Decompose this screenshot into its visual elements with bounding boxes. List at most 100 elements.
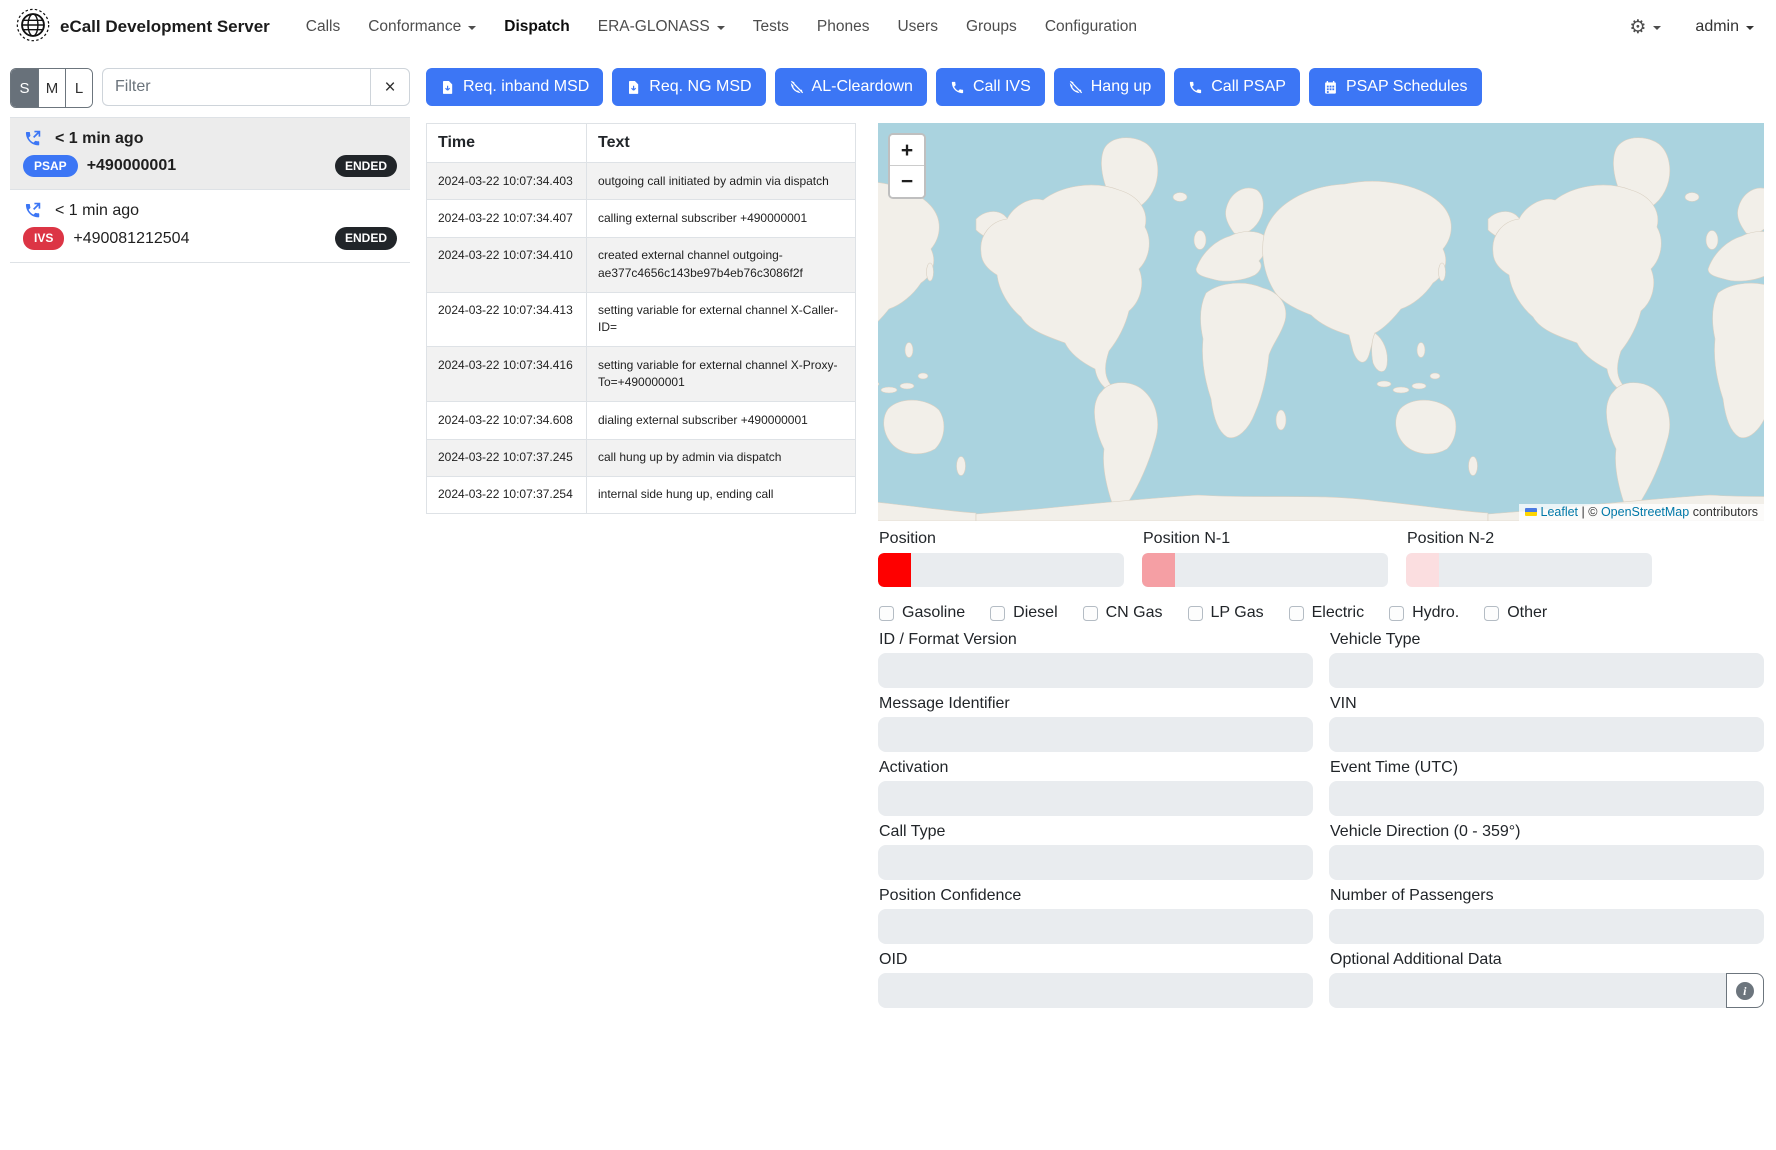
user-menu[interactable]: admin [1695, 18, 1754, 36]
log-time-cell: 2024-03-22 10:07:34.403 [427, 163, 587, 200]
checkbox-label: CN Gas [1106, 604, 1163, 622]
sidebar-controls: SML × [10, 68, 410, 108]
size-button-s[interactable]: S [11, 69, 38, 107]
call-item-detail: PSAP+490000001ENDED [23, 155, 397, 177]
log-text-cell: dialing external subscriber +490000001 [587, 402, 856, 439]
oid-input[interactable] [878, 973, 1313, 1008]
openstreetmap-link[interactable]: OpenStreetMap [1601, 505, 1689, 519]
nav-item-calls[interactable]: Calls [306, 18, 340, 36]
app-logo-icon [16, 8, 50, 47]
vin-input[interactable] [1329, 717, 1764, 752]
call-status-badge: ENDED [335, 155, 397, 177]
log-row: 2024-03-22 10:07:34.407calling external … [427, 200, 856, 237]
log-time-cell: 2024-03-22 10:07:34.608 [427, 402, 587, 439]
map[interactable]: + − Leaflet | © OpenStreetMap contributo… [878, 123, 1764, 521]
position-confidence-input[interactable] [878, 909, 1313, 944]
log-time-cell: 2024-03-22 10:07:37.245 [427, 439, 587, 476]
position-fields: PositionPosition N-1Position N-2 [878, 530, 1764, 587]
content-row: TimeText 2024-03-22 10:07:34.403outgoing… [426, 123, 1764, 1008]
chevron-down-icon [468, 26, 476, 30]
checkbox-label: LP Gas [1211, 604, 1264, 622]
zoom-in-button[interactable]: + [890, 135, 924, 166]
form-field-position-confidence: Position Confidence [878, 880, 1313, 944]
fuel-checkbox-electric[interactable]: Electric [1289, 604, 1364, 622]
info-button[interactable]: i [1726, 973, 1764, 1008]
call-side-badge: PSAP [23, 155, 78, 177]
nav-item-dispatch[interactable]: Dispatch [504, 18, 569, 36]
calendar-icon [1323, 80, 1338, 95]
leaflet-link[interactable]: Leaflet [1541, 505, 1579, 519]
nav-item-users[interactable]: Users [897, 18, 937, 36]
form-field-message-identifier: Message Identifier [878, 688, 1313, 752]
filter-input[interactable] [102, 68, 370, 106]
checkbox-icon[interactable] [1389, 606, 1404, 621]
position-input[interactable] [1142, 553, 1388, 587]
attribution-separator: | [1582, 505, 1585, 519]
checkbox-icon[interactable] [879, 606, 894, 621]
call-ivs-button[interactable]: Call IVS [936, 68, 1045, 106]
nav-item-conformance[interactable]: Conformance [368, 18, 476, 36]
checkbox-icon[interactable] [1484, 606, 1499, 621]
nav-item-groups[interactable]: Groups [966, 18, 1017, 36]
position-color-swatch [1142, 553, 1175, 587]
checkbox-icon[interactable] [990, 606, 1005, 621]
field-label: ID / Format Version [879, 631, 1313, 649]
req-ng-msd-button[interactable]: Req. NG MSD [612, 68, 765, 106]
position-input[interactable] [1406, 553, 1652, 587]
call-list-item[interactable]: < 1 min agoPSAP+490000001ENDED [10, 118, 410, 190]
call-outgoing-icon [23, 201, 42, 220]
fuel-checkbox-hydro[interactable]: Hydro. [1389, 604, 1459, 622]
checkbox-label: Gasoline [902, 604, 965, 622]
field-label: Activation [879, 759, 1313, 777]
fuel-checkbox-other[interactable]: Other [1484, 604, 1547, 622]
nav-item-era-glonass[interactable]: ERA-GLONASS [598, 18, 725, 36]
log-text-cell: setting variable for external channel X-… [587, 292, 856, 347]
fuel-checkboxes: Gasoline Diesel CN Gas LP Gas Electric Hydro.… [879, 604, 1764, 622]
position-label: Position [879, 530, 1124, 548]
button-label: Hang up [1091, 78, 1152, 96]
fuel-checkbox-gasoline[interactable]: Gasoline [879, 604, 965, 622]
log-row: 2024-03-22 10:07:37.245call hung up by a… [427, 439, 856, 476]
checkbox-icon[interactable] [1083, 606, 1098, 621]
fuel-checkbox-cn-gas[interactable]: CN Gas [1083, 604, 1163, 622]
call-list-item[interactable]: < 1 min agoIVS+490081212504ENDED [10, 190, 410, 262]
button-label: AL-Cleardown [812, 78, 913, 96]
nav-item-tests[interactable]: Tests [753, 18, 789, 36]
call-side-badge: IVS [23, 227, 64, 249]
file-download-icon [626, 80, 641, 95]
zoom-out-button[interactable]: − [890, 166, 924, 197]
message-identifier-input[interactable] [878, 717, 1313, 752]
id-format-version-input[interactable] [878, 653, 1313, 688]
hang-up-button[interactable]: Hang up [1054, 68, 1166, 106]
size-button-m[interactable]: M [38, 69, 65, 107]
req-inband-msd-button[interactable]: Req. inband MSD [426, 68, 603, 106]
optional-additional-data-input[interactable] [1329, 973, 1726, 1008]
checkbox-icon[interactable] [1188, 606, 1203, 621]
brand[interactable]: eCall Development Server [16, 8, 270, 47]
fuel-checkbox-lp-gas[interactable]: LP Gas [1188, 604, 1264, 622]
psap-schedules-button[interactable]: PSAP Schedules [1309, 68, 1482, 106]
fuel-checkbox-diesel[interactable]: Diesel [990, 604, 1057, 622]
settings-menu[interactable]: ⚙ [1629, 18, 1661, 37]
gear-icon: ⚙ [1629, 18, 1646, 37]
form-field-number-of-passengers: Number of Passengers [1329, 880, 1764, 944]
log-text-cell: outgoing call initiated by admin via dis… [587, 163, 856, 200]
al-cleardown-button[interactable]: AL-Cleardown [775, 68, 927, 106]
vehicle-type-input[interactable] [1329, 653, 1764, 688]
call-type-input[interactable] [878, 845, 1313, 880]
vehicle-direction-0-359-input[interactable] [1329, 845, 1764, 880]
button-label: Req. NG MSD [649, 78, 751, 96]
checkbox-label: Diesel [1013, 604, 1057, 622]
nav-item-phones[interactable]: Phones [817, 18, 870, 36]
activation-input[interactable] [878, 781, 1313, 816]
clear-filter-button[interactable]: × [370, 68, 410, 106]
position-input[interactable] [878, 553, 1124, 587]
checkbox-icon[interactable] [1289, 606, 1304, 621]
nav-item-configuration[interactable]: Configuration [1045, 18, 1137, 36]
number-of-passengers-input[interactable] [1329, 909, 1764, 944]
call-psap-button[interactable]: Call PSAP [1174, 68, 1300, 106]
log-text-cell: calling external subscriber +490000001 [587, 200, 856, 237]
size-button-l[interactable]: L [65, 69, 92, 107]
event-time-utc-input[interactable] [1329, 781, 1764, 816]
button-label: Req. inband MSD [463, 78, 589, 96]
